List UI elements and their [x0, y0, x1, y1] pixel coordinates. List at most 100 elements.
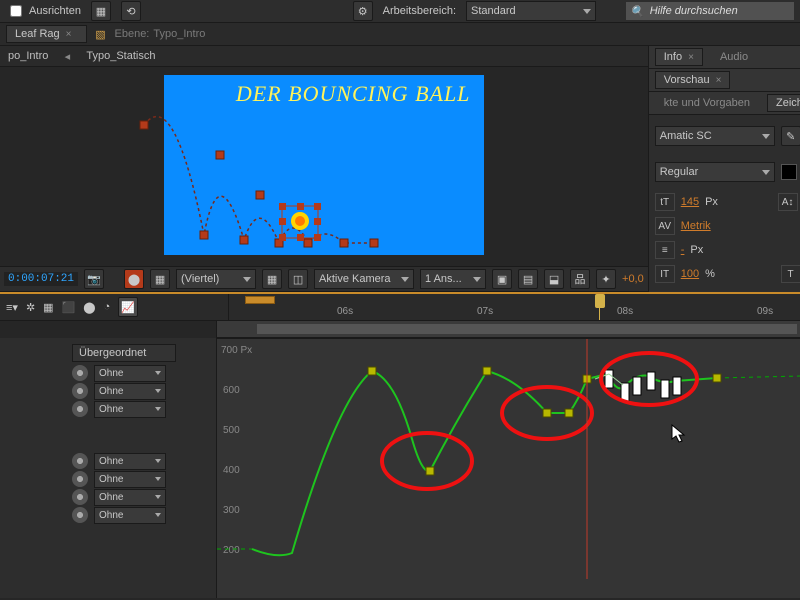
svg-text:200: 200	[223, 545, 240, 556]
search-placeholder: Hilfe durchsuchen	[650, 5, 738, 17]
hscale-icon: T	[781, 265, 800, 283]
close-icon[interactable]: ×	[66, 29, 72, 40]
alpha-btn[interactable]: ▦	[150, 269, 170, 289]
layer-prefix: Ebene:	[115, 28, 150, 40]
panel-tab-preview[interactable]: Vorschau×	[655, 71, 731, 89]
tl-tool-1[interactable]: ≡▾	[6, 301, 18, 314]
tl-tool-4[interactable]: ⬛	[62, 301, 76, 314]
channel-btn[interactable]: ⬤	[124, 269, 144, 289]
workspace-label: Arbeitsbereich:	[383, 5, 456, 17]
stroke-width-value[interactable]: -	[681, 244, 685, 256]
parent-select[interactable]: Ohne	[94, 383, 166, 400]
parent-select[interactable]: Ohne	[94, 365, 166, 382]
current-time-indicator[interactable]	[599, 294, 600, 320]
timecode-display[interactable]: 0:00:07:21	[4, 272, 78, 286]
tl-tool-6[interactable]: ◔	[104, 301, 111, 313]
workspace-select[interactable]: Standard	[466, 1, 596, 21]
help-search-input[interactable]: 🔍Hilfe durchsuchen	[626, 2, 794, 20]
ruler-tick: 08s	[617, 306, 633, 317]
vbtn-3[interactable]: ⬓	[544, 269, 564, 289]
parent-select[interactable]: Ohne	[94, 471, 166, 488]
stroke-width-icon: ≡	[655, 241, 675, 259]
font-size-icon: tT	[655, 193, 675, 211]
comp-tab-a[interactable]: po_Intro	[8, 50, 48, 62]
layer-row[interactable]: Ohne	[0, 470, 216, 488]
parent-column-header: Übergeordnet	[72, 344, 176, 362]
grid-btn[interactable]: ▦	[262, 269, 282, 289]
visibility-toggle[interactable]	[72, 453, 88, 469]
project-tab-leafrag[interactable]: Leaf Rag ×	[6, 25, 87, 43]
svg-text:300: 300	[223, 505, 240, 516]
parent-select[interactable]: Ohne	[94, 453, 166, 470]
leading-icon: A↕	[778, 193, 798, 211]
kerning-icon: AV	[655, 217, 675, 235]
layer-row[interactable]: Ohne	[0, 382, 216, 400]
mask-btn[interactable]: ◫	[288, 269, 308, 289]
font-style-select[interactable]: Regular	[655, 162, 775, 182]
layer-row[interactable]: Ohne	[0, 506, 216, 524]
visibility-toggle[interactable]	[72, 401, 88, 417]
ruler-tick: 09s	[757, 306, 773, 317]
resolution-select[interactable]: (Viertel)	[176, 269, 256, 289]
vbtn-1[interactable]: ▣	[492, 269, 512, 289]
align-checkbox[interactable]: Ausrichten	[6, 2, 81, 20]
panel-tab-audio[interactable]: Audio	[711, 48, 757, 66]
font-size-value[interactable]: 145	[681, 196, 699, 208]
font-family-select[interactable]: Amatic SC	[655, 126, 775, 146]
visibility-toggle[interactable]	[72, 471, 88, 487]
svg-text:600: 600	[223, 385, 240, 396]
comp-tab-b[interactable]: Typo_Statisch	[86, 50, 155, 62]
visibility-toggle[interactable]	[72, 489, 88, 505]
project-tab-label: Leaf Rag	[15, 28, 60, 40]
tool-btn-2[interactable]: ⟲	[121, 1, 141, 21]
vbtn-2[interactable]: ▤	[518, 269, 538, 289]
panel-tab-effects[interactable]: kte und Vorgaben	[655, 94, 759, 112]
tl-tool-5[interactable]: ⬤	[83, 301, 95, 314]
tl-tool-2[interactable]: ✲	[26, 301, 35, 314]
layer-row[interactable]: Ohne	[0, 400, 216, 418]
vscale-icon: IT	[655, 265, 675, 283]
vscale-value[interactable]: 100	[681, 268, 699, 280]
workspace-icon: ⚙	[353, 1, 373, 21]
panel-tab-info[interactable]: Info×	[655, 48, 703, 66]
graph-editor-toggle[interactable]: 📈	[118, 297, 138, 317]
parent-select[interactable]: Ohne	[94, 489, 166, 506]
visibility-toggle[interactable]	[72, 507, 88, 523]
visibility-toggle[interactable]	[72, 383, 88, 399]
layer-row[interactable]: Ohne	[0, 488, 216, 506]
tool-btn-1[interactable]: ▦	[91, 1, 111, 21]
exposure-value[interactable]: +0,0	[622, 273, 644, 285]
parent-select[interactable]: Ohne	[94, 401, 166, 418]
tl-tool-3[interactable]: ▦	[43, 301, 53, 314]
parent-select[interactable]: Ohne	[94, 507, 166, 524]
eyedropper-icon[interactable]: ✎	[781, 126, 800, 146]
stroke-color-swatch[interactable]	[781, 164, 797, 180]
time-ruler[interactable]: 06s 07s 08s 09s	[229, 294, 800, 320]
workspace-value: Standard	[471, 5, 516, 17]
views-select[interactable]: 1 Ans...	[420, 269, 486, 289]
kerning-value[interactable]: Metrik	[681, 220, 711, 232]
work-area-bar[interactable]	[245, 296, 275, 304]
snapshot-icon[interactable]: 📷	[84, 269, 104, 289]
comp-icon: ▧	[91, 28, 111, 41]
camera-select[interactable]: Aktive Kamera	[314, 269, 414, 289]
motion-path-overlay	[134, 75, 454, 255]
ruler-tick: 06s	[337, 306, 353, 317]
prev-comp-icon[interactable]: ◂	[60, 50, 74, 63]
visibility-toggle[interactable]	[72, 365, 88, 381]
layer-name: Typo_Intro	[153, 28, 205, 40]
composition-viewer[interactable]: DER BOUNCING BALL	[0, 67, 648, 266]
composition-canvas: DER BOUNCING BALL	[164, 75, 484, 255]
layer-row[interactable]: Ohne	[0, 452, 216, 470]
vbtn-4[interactable]: 品	[570, 269, 590, 289]
panel-tab-character[interactable]: Zeichen×	[767, 94, 800, 112]
svg-text:700 Px: 700 Px	[221, 345, 252, 356]
time-navigator[interactable]	[217, 321, 800, 338]
graph-editor[interactable]: 700 Px 600 500 400 300 200	[217, 338, 800, 598]
svg-text:500: 500	[223, 425, 240, 436]
vbtn-5[interactable]: ✦	[596, 269, 616, 289]
ruler-tick: 07s	[477, 306, 493, 317]
layer-row[interactable]: Ohne	[0, 364, 216, 382]
align-label: Ausrichten	[29, 5, 81, 17]
svg-text:400: 400	[223, 465, 240, 476]
